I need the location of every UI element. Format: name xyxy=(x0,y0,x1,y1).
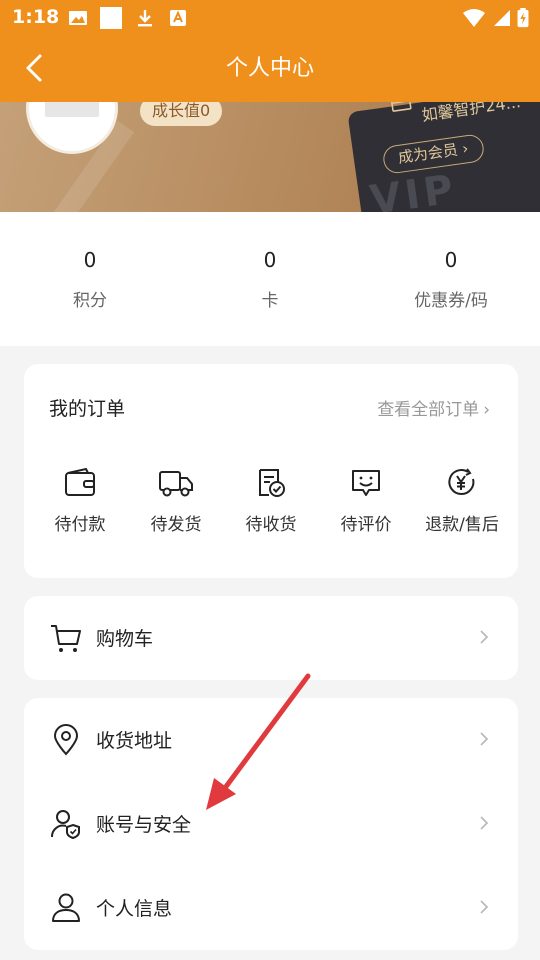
stat-cards-value: 0 xyxy=(263,248,277,272)
order-status-pending-review[interactable]: 待评价 xyxy=(318,468,414,535)
menu-item-label: 收货地址 xyxy=(96,730,173,752)
stat-cards-label: 卡 xyxy=(261,291,279,311)
image-notification-icon xyxy=(69,11,87,25)
chevron-right-icon xyxy=(480,900,489,914)
wallet-icon xyxy=(65,468,95,496)
signal-icon xyxy=(494,10,510,26)
receipt-check-icon xyxy=(259,469,285,497)
menu-item-account-security[interactable]: 账号与安全 xyxy=(24,782,518,866)
stat-cards[interactable]: 0 卡 xyxy=(200,248,340,311)
order-status-pending-shipment[interactable]: 待发货 xyxy=(128,468,224,535)
menu-item-label: 购物车 xyxy=(96,628,154,650)
orders-title: 我的订单 xyxy=(49,398,126,420)
menu-item-cart[interactable]: 购物车 xyxy=(24,596,518,680)
stats-section: 0 积分 0 卡 0 优惠券/码 xyxy=(0,212,540,346)
stat-points-label: 积分 xyxy=(73,291,107,311)
review-smile-icon xyxy=(352,470,380,496)
menu-item-address[interactable]: 收货地址 xyxy=(24,698,518,782)
font-notification-icon xyxy=(170,10,186,26)
stat-coupons-label: 优惠券/码 xyxy=(414,291,488,311)
chevron-right-icon: › xyxy=(483,400,490,420)
page-title: 个人中心 xyxy=(225,56,314,81)
order-status-label: 待付款 xyxy=(54,515,106,535)
view-all-orders-link[interactable]: 查看全部订单 › xyxy=(377,395,490,420)
status-time: 1:18 xyxy=(12,6,60,28)
menu-item-personal-info[interactable]: 个人信息 xyxy=(24,866,518,950)
menu-item-label: 个人信息 xyxy=(96,898,173,920)
chevron-right-icon xyxy=(480,732,489,746)
blank-notification-icon xyxy=(100,7,122,29)
cart-card: 购物车 xyxy=(24,596,518,680)
stat-points[interactable]: 0 积分 xyxy=(20,248,160,311)
location-pin-icon xyxy=(53,724,79,756)
order-status-refund[interactable]: 退款/售后 xyxy=(414,468,510,535)
download-icon xyxy=(138,10,152,27)
stat-coupons[interactable]: 0 优惠券/码 xyxy=(381,248,521,311)
view-all-orders-label: 查看全部订单 xyxy=(377,400,480,420)
growth-value-badge[interactable]: 成长值0 xyxy=(140,102,223,126)
stat-points-value: 0 xyxy=(83,248,97,272)
chevron-right-icon xyxy=(480,630,489,644)
order-status-label: 待评价 xyxy=(340,515,392,535)
settings-menu-card: 收货地址 账号与安全 个人信息 xyxy=(24,698,518,950)
menu-item-label: 账号与安全 xyxy=(96,814,192,836)
order-status-label: 待发货 xyxy=(150,515,202,535)
wifi-icon xyxy=(463,9,485,27)
order-status-pending-payment[interactable]: 待付款 xyxy=(32,468,128,535)
chevron-right-icon xyxy=(480,816,489,830)
top-bar: 1:18 个人中心 xyxy=(0,0,540,102)
cart-icon xyxy=(51,625,81,652)
profile-banner: 成长值0 如馨智护24... 成为会员 › VIP xyxy=(0,102,540,212)
order-status-pending-receipt[interactable]: 待收货 xyxy=(223,468,319,535)
status-bar: 1:18 xyxy=(0,0,540,36)
truck-icon xyxy=(159,471,193,497)
user-shield-icon xyxy=(50,810,80,840)
battery-charging-icon xyxy=(517,8,529,28)
refund-yen-icon xyxy=(448,468,475,496)
user-icon xyxy=(52,893,80,922)
stat-coupons-value: 0 xyxy=(444,248,458,272)
orders-card: 我的订单 查看全部订单 › 待付款 待发货 待收货 待评价 退款/售后 xyxy=(24,364,518,578)
become-member-label: 成为会员 xyxy=(396,140,459,167)
order-status-label: 待收货 xyxy=(245,515,297,535)
order-status-label: 退款/售后 xyxy=(425,515,499,535)
